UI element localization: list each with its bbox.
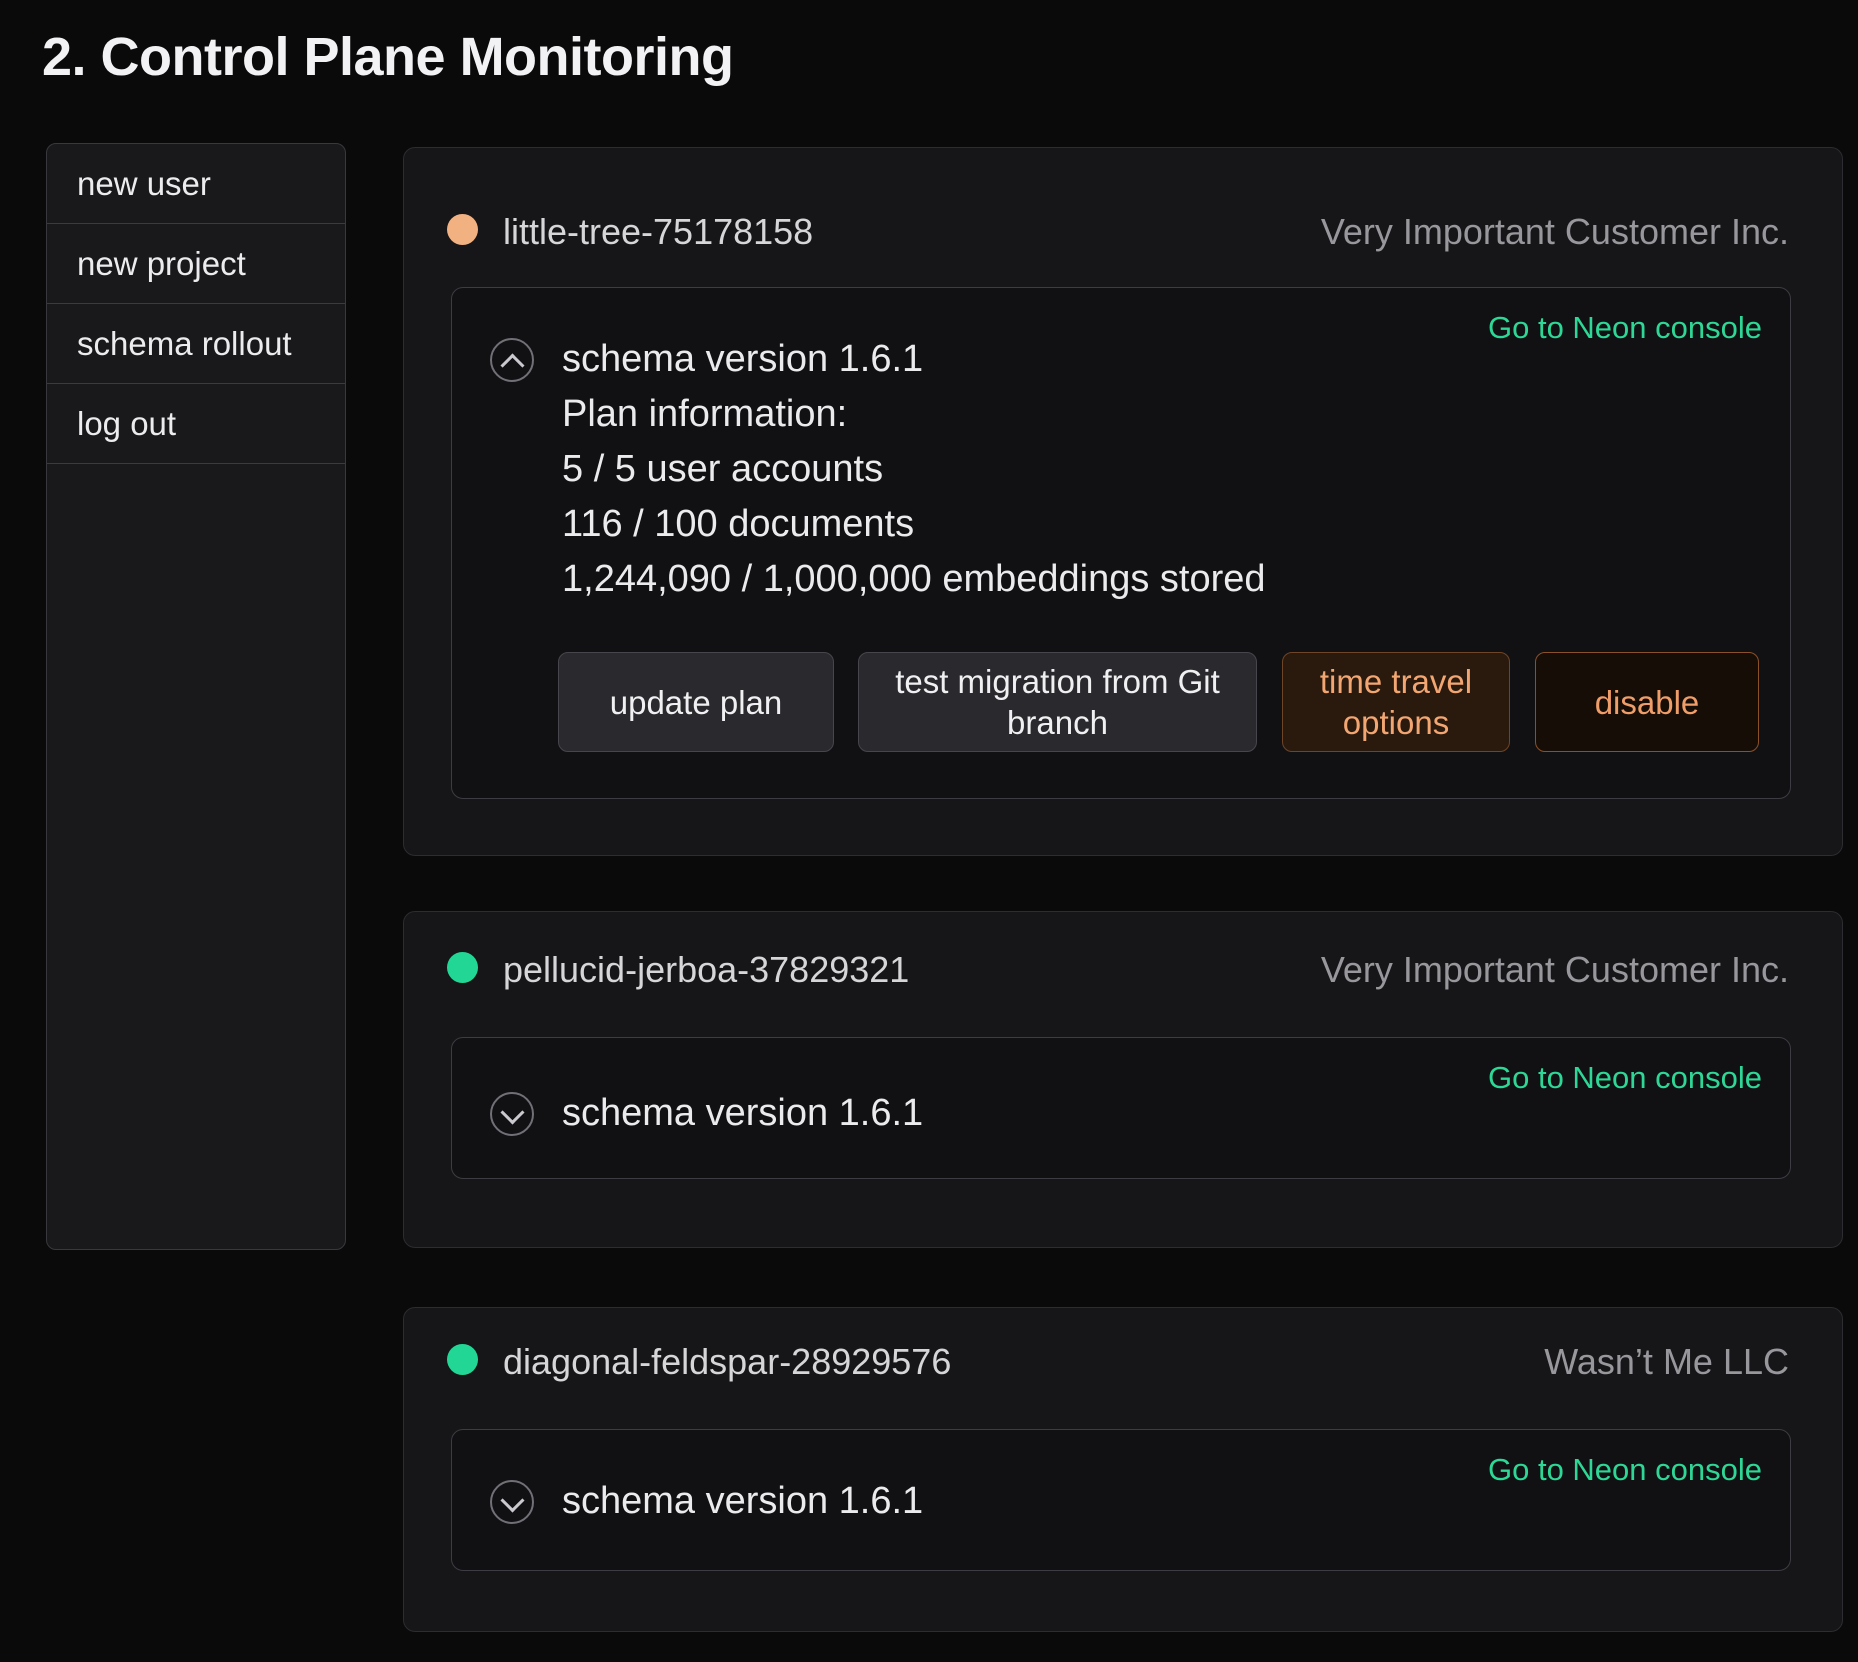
project-card: diagonal-feldspar-28929576 Wasn’t Me LLC… [403, 1307, 1843, 1632]
update-plan-button[interactable]: update plan [558, 652, 834, 752]
project-name: little-tree-75178158 [503, 211, 813, 253]
project-name: pellucid-jerboa-37829321 [503, 949, 909, 991]
plan-info-line: 116 / 100 documents [562, 497, 1266, 552]
project-name: diagonal-feldspar-28929576 [503, 1341, 951, 1383]
chevron-down-icon [500, 1488, 524, 1512]
chevron-down-icon [500, 1100, 524, 1124]
sidebar-item-label: new project [77, 245, 246, 283]
expand-toggle[interactable] [490, 1480, 534, 1524]
project-details-panel: Go to Neon console schema version 1.6.1 … [451, 287, 1791, 799]
plan-info-line: 5 / 5 user accounts [562, 442, 1266, 497]
sidebar: new user new project schema rollout log … [46, 143, 346, 1250]
expand-toggle[interactable] [490, 1092, 534, 1136]
disable-button[interactable]: disable [1535, 652, 1759, 752]
neon-console-link[interactable]: Go to Neon console [1488, 310, 1762, 346]
plan-info: schema version 1.6.1 Plan information: 5… [562, 332, 1266, 607]
status-dot-icon [447, 214, 478, 245]
sidebar-item-label: log out [77, 405, 176, 443]
project-card: little-tree-75178158 Very Important Cust… [403, 147, 1843, 856]
status-dot-icon [447, 1344, 478, 1375]
sidebar-item-label: new user [77, 165, 211, 203]
sidebar-item-label: schema rollout [77, 325, 292, 363]
time-travel-options-button[interactable]: time travel options [1282, 652, 1510, 752]
collapse-toggle[interactable] [490, 338, 534, 382]
sidebar-item-log-out[interactable]: log out [47, 384, 345, 464]
sidebar-item-schema-rollout[interactable]: schema rollout [47, 304, 345, 384]
status-dot-icon [447, 952, 478, 983]
schema-version: schema version 1.6.1 [562, 332, 1266, 387]
page-title: 2. Control Plane Monitoring [42, 26, 733, 88]
neon-console-link[interactable]: Go to Neon console [1488, 1452, 1762, 1488]
schema-version: schema version 1.6.1 [562, 1474, 923, 1529]
project-card: pellucid-jerboa-37829321 Very Important … [403, 911, 1843, 1248]
project-details-panel: Go to Neon console schema version 1.6.1 [451, 1037, 1791, 1179]
schema-version: schema version 1.6.1 [562, 1086, 923, 1141]
chevron-up-icon [500, 353, 524, 377]
plan-info-line: Plan information: [562, 387, 1266, 442]
test-migration-button[interactable]: test migration from Git branch [858, 652, 1257, 752]
neon-console-link[interactable]: Go to Neon console [1488, 1060, 1762, 1096]
plan-info-line: 1,244,090 / 1,000,000 embeddings stored [562, 552, 1266, 607]
sidebar-item-new-project[interactable]: new project [47, 224, 345, 304]
customer-name: Very Important Customer Inc. [1321, 949, 1789, 991]
customer-name: Very Important Customer Inc. [1321, 211, 1789, 253]
customer-name: Wasn’t Me LLC [1544, 1341, 1789, 1383]
sidebar-item-new-user[interactable]: new user [47, 144, 345, 224]
project-details-panel: Go to Neon console schema version 1.6.1 [451, 1429, 1791, 1571]
